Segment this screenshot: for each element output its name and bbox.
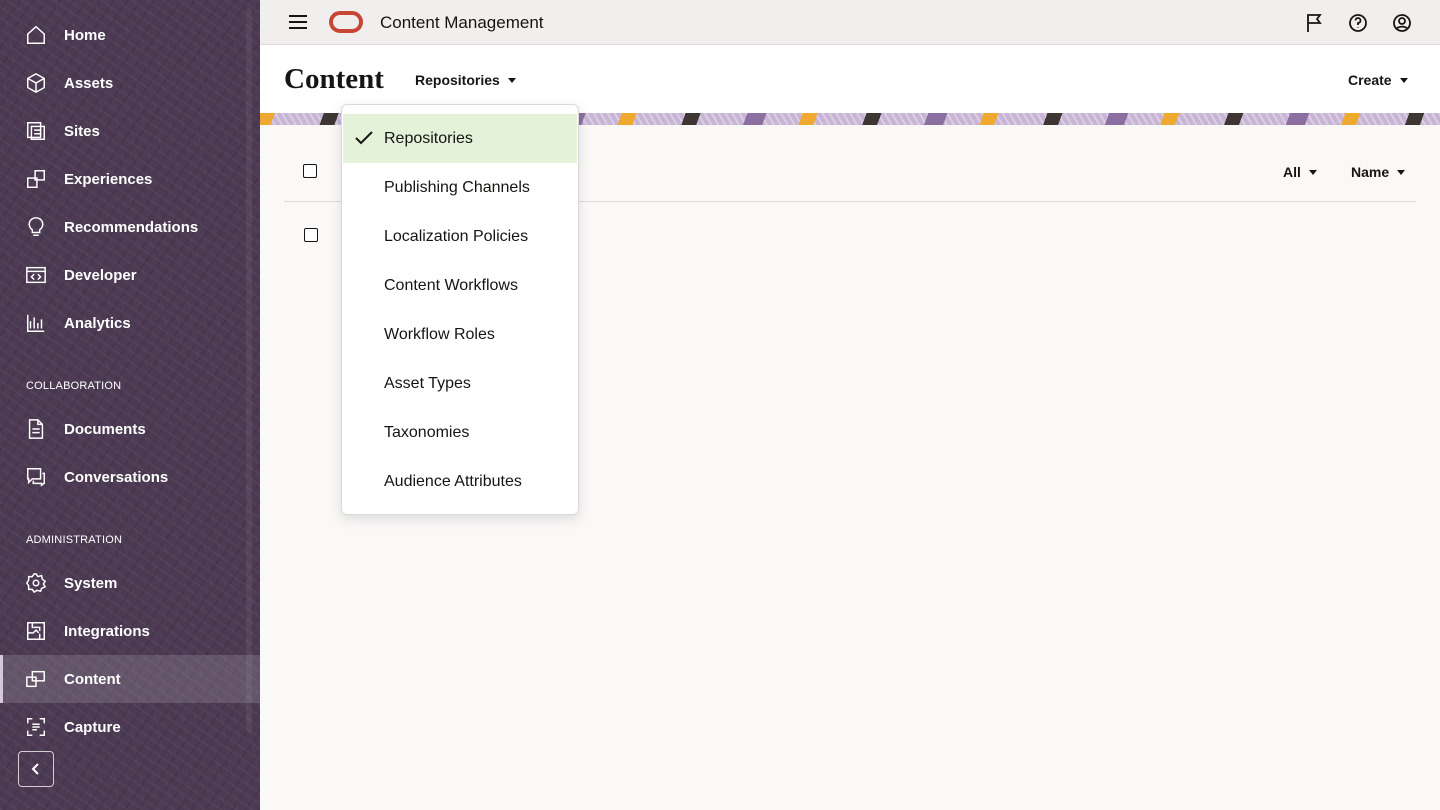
cube-icon	[24, 71, 48, 95]
sidebar-item-documents[interactable]: Documents	[0, 405, 260, 453]
sidebar-item-label: System	[64, 574, 118, 592]
sidebar-item-label: Integrations	[64, 622, 150, 640]
menu-item-label: Asset Types	[384, 374, 471, 392]
checkmark-icon	[354, 129, 374, 147]
sidebar-item-capture[interactable]: Capture	[0, 703, 260, 751]
collapse-sidebar-button[interactable]	[18, 751, 54, 787]
home-icon	[24, 23, 48, 47]
menu-item-repositories[interactable]: Repositories	[343, 114, 577, 163]
sidebar-item-developer[interactable]: Developer	[0, 251, 260, 299]
menu-item-audience-attributes[interactable]: Audience Attributes	[343, 457, 577, 506]
menu-item-localization-policies[interactable]: Localization Policies	[343, 212, 577, 261]
top-bar: Content Management	[260, 0, 1440, 45]
select-all-checkbox[interactable]	[303, 164, 317, 178]
sidebar-item-recommendations[interactable]: Recommendations	[0, 203, 260, 251]
sidebar: Home Assets Sites Experiences Recommenda…	[0, 0, 260, 810]
menu-item-label: Workflow Roles	[384, 325, 495, 343]
integrations-icon	[24, 619, 48, 643]
sort-dropdown[interactable]: Name	[1351, 164, 1406, 180]
menu-item-label: Audience Attributes	[384, 472, 522, 490]
sidebar-item-conversations[interactable]: Conversations	[0, 453, 260, 501]
filter-label: All	[1283, 164, 1301, 180]
code-icon	[24, 263, 48, 287]
lightbulb-icon	[24, 215, 48, 239]
conversation-icon	[24, 465, 48, 489]
sidebar-item-label: Sites	[64, 122, 100, 140]
oracle-logo	[329, 11, 363, 33]
sidebar-item-label: Developer	[64, 266, 137, 284]
sidebar-item-home[interactable]: Home	[0, 11, 260, 59]
administration-section-label: ADMINISTRATION	[26, 534, 123, 546]
caret-down-icon	[1397, 169, 1406, 175]
capture-icon	[24, 715, 48, 739]
chevron-left-icon	[31, 763, 39, 775]
create-button[interactable]: Create	[1348, 72, 1408, 88]
sidebar-item-label: Recommendations	[64, 218, 199, 236]
menu-item-publishing-channels[interactable]: Publishing Channels	[343, 163, 577, 212]
caret-down-icon	[1308, 169, 1317, 175]
flag-icon[interactable]	[1301, 10, 1327, 36]
sidebar-item-label: Content	[64, 670, 121, 688]
menu-item-label: Repositories	[384, 129, 473, 147]
menu-item-label: Localization Policies	[384, 227, 529, 245]
help-icon[interactable]	[1345, 10, 1371, 36]
create-button-label: Create	[1348, 72, 1392, 88]
menu-item-workflow-roles[interactable]: Workflow Roles	[343, 310, 577, 359]
sidebar-item-label: Capture	[64, 718, 121, 736]
sidebar-item-experiences[interactable]: Experiences	[0, 155, 260, 203]
sidebar-item-content[interactable]: Content	[0, 655, 260, 703]
collaboration-section-label: COLLABORATION	[26, 380, 122, 392]
menu-item-label: Content Workflows	[384, 276, 518, 294]
sidebar-item-label: Assets	[64, 74, 114, 92]
view-selector-label: Repositories	[415, 72, 500, 88]
menu-item-label: Publishing Channels	[384, 178, 530, 196]
view-selector-menu: Repositories Publishing Channels Localiz…	[341, 104, 579, 515]
caret-down-icon	[1399, 77, 1408, 83]
sidebar-item-label: Experiences	[64, 170, 153, 188]
experiences-icon	[24, 167, 48, 191]
repositories-view-selector[interactable]: Repositories	[415, 72, 516, 88]
sidebar-item-label: Home	[64, 26, 106, 44]
caret-down-icon	[507, 77, 516, 83]
content-icon	[24, 667, 48, 691]
document-icon	[24, 417, 48, 441]
hamburger-menu-icon[interactable]	[286, 11, 310, 33]
sidebar-item-label: Analytics	[64, 314, 131, 332]
menu-item-content-workflows[interactable]: Content Workflows	[343, 261, 577, 310]
row-checkbox[interactable]	[304, 228, 318, 242]
chart-icon	[24, 311, 48, 335]
page-title: Content	[284, 63, 384, 95]
app-title: Content Management	[380, 13, 544, 32]
sidebar-item-label: Documents	[64, 420, 146, 438]
sidebar-item-system[interactable]: System	[0, 559, 260, 607]
sidebar-item-integrations[interactable]: Integrations	[0, 607, 260, 655]
sidebar-item-analytics[interactable]: Analytics	[0, 299, 260, 347]
filter-dropdown[interactable]: All	[1283, 164, 1317, 180]
menu-item-label: Taxonomies	[384, 423, 470, 441]
gear-icon	[24, 571, 48, 595]
sidebar-item-sites[interactable]: Sites	[0, 107, 260, 155]
user-avatar-icon[interactable]	[1389, 10, 1415, 36]
sidebar-item-assets[interactable]: Assets	[0, 59, 260, 107]
menu-item-taxonomies[interactable]: Taxonomies	[343, 408, 577, 457]
sort-label: Name	[1351, 164, 1390, 180]
menu-item-asset-types[interactable]: Asset Types	[343, 359, 577, 408]
sites-icon	[24, 119, 48, 143]
sidebar-item-label: Conversations	[64, 468, 169, 486]
